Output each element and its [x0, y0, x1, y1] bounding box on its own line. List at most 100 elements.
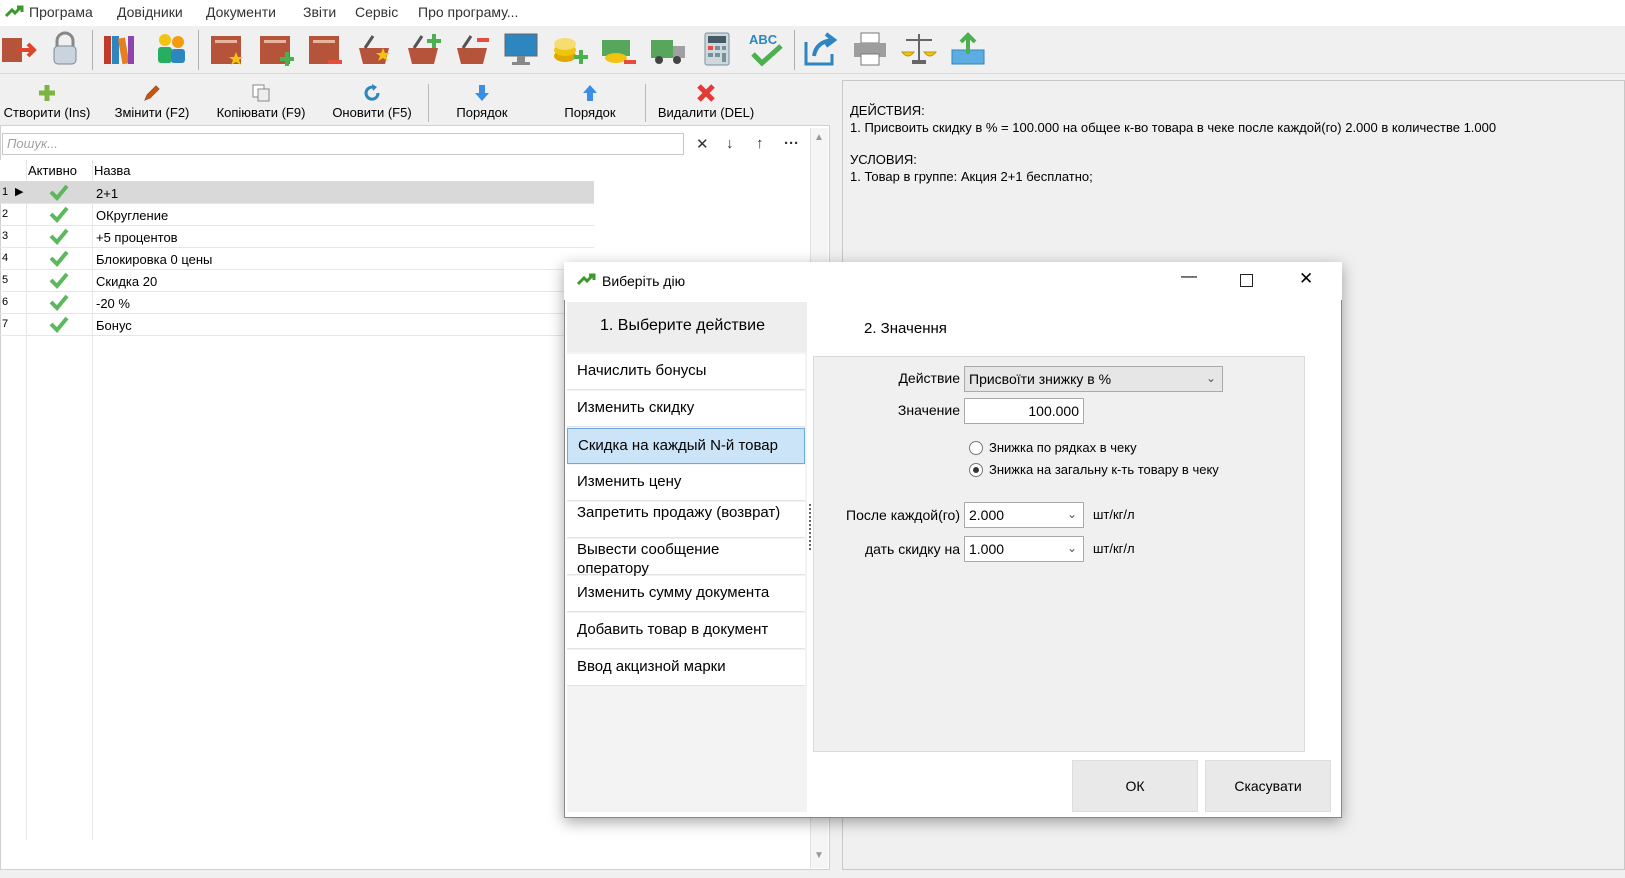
- action-item-add-product[interactable]: Добавить товар в документ: [567, 613, 805, 649]
- table-row[interactable]: 3 +5 процентов: [0, 226, 594, 248]
- radio-per-line[interactable]: [969, 441, 983, 455]
- menu-directories[interactable]: Довідники: [117, 4, 183, 20]
- row-name: +5 процентов: [96, 230, 178, 245]
- row-pointer-icon: ▶: [15, 186, 24, 198]
- give-discount-value: 1.000: [969, 541, 1005, 557]
- delete-button[interactable]: Видалити (DEL): [652, 80, 760, 126]
- order-up-button[interactable]: Порядок: [548, 80, 632, 126]
- basket-add-icon[interactable]: [404, 30, 442, 68]
- lock-icon[interactable]: [46, 30, 84, 68]
- after-each-value: 2.000: [969, 507, 1005, 523]
- conditions-line: 1. Товар в группе: Акция 2+1 бесплатно;: [850, 169, 1093, 184]
- column-name-header[interactable]: Назва: [94, 163, 130, 178]
- check-icon[interactable]: [49, 249, 69, 267]
- step1-header: 1. Выберите действие: [567, 302, 807, 352]
- truck-icon[interactable]: [649, 30, 687, 68]
- search-next-icon[interactable]: ↓: [726, 135, 734, 152]
- dialog-titlebar[interactable]: Виберіть дію — ✕: [564, 262, 1342, 300]
- action-select[interactable]: Присвоїти знижку в % ⌄: [964, 366, 1223, 392]
- after-each-combo[interactable]: 2.000 ⌄: [964, 502, 1084, 528]
- menu-bar: Програма Довідники Документи Звіти Серві…: [0, 0, 1625, 26]
- table-row[interactable]: 6 -20 %: [0, 292, 594, 314]
- refresh-button[interactable]: Оновити (F5): [326, 80, 418, 126]
- ok-button[interactable]: ОК: [1072, 760, 1198, 812]
- action-item-forbid-sale[interactable]: Запретить продажу (возврат): [567, 502, 805, 538]
- upload-icon[interactable]: [949, 30, 987, 68]
- menu-program[interactable]: Програма: [29, 4, 93, 20]
- create-button[interactable]: Створити (Ins): [0, 80, 94, 126]
- action-item-change-price[interactable]: Изменить цену: [567, 465, 805, 501]
- table-row[interactable]: 2 ОКругление: [0, 204, 594, 226]
- scales-icon[interactable]: [900, 30, 938, 68]
- check-icon[interactable]: [49, 315, 69, 333]
- scroll-down-icon[interactable]: ▼: [814, 850, 824, 861]
- menu-reports[interactable]: Звіти: [303, 4, 336, 20]
- table-row[interactable]: 4 Блокировка 0 цены: [0, 248, 594, 270]
- search-options-icon[interactable]: ···: [784, 135, 799, 152]
- grid-header: Активно Назва: [0, 160, 594, 182]
- users-icon[interactable]: [152, 30, 190, 68]
- document-star-icon[interactable]: [208, 30, 246, 68]
- splitter-handle[interactable]: [809, 504, 812, 550]
- action-item-excise-stamp[interactable]: Ввод акцизной марки: [567, 650, 805, 686]
- basket-remove-icon[interactable]: [453, 30, 491, 68]
- basket-star-icon[interactable]: [355, 30, 393, 68]
- action-item-change-discount[interactable]: Изменить скидку: [567, 391, 805, 427]
- copy-button[interactable]: Копіювати (F9): [209, 80, 313, 126]
- radio-total-qty[interactable]: [969, 463, 983, 477]
- close-icon[interactable]: ✕: [1299, 269, 1313, 289]
- printer-icon[interactable]: [851, 30, 889, 68]
- value-input[interactable]: 100.000: [964, 398, 1084, 424]
- order-up-label: Порядок: [564, 105, 616, 120]
- check-icon[interactable]: [49, 293, 69, 311]
- export-icon[interactable]: [802, 30, 840, 68]
- table-row[interactable]: 1 ▶ 2+1: [0, 182, 594, 204]
- check-icon[interactable]: [49, 227, 69, 245]
- refresh-button-label: Оновити (F5): [332, 105, 412, 120]
- document-add-icon[interactable]: [257, 30, 295, 68]
- action-item-show-message[interactable]: Вывести сообщение оператору: [567, 539, 805, 577]
- dialog-title: Виберіть дію: [602, 273, 686, 289]
- menu-documents[interactable]: Документи: [206, 4, 276, 20]
- coins-add-icon[interactable]: [551, 30, 589, 68]
- exit-icon[interactable]: [0, 30, 38, 68]
- main-toolbar: ABC: [0, 26, 1625, 74]
- table-row[interactable]: 5 Скидка 20: [0, 270, 594, 292]
- column-active-header[interactable]: Активно: [28, 163, 77, 178]
- action-item-accrue-bonus[interactable]: Начислить бонусы: [567, 354, 805, 390]
- menu-about[interactable]: Про програму...: [418, 4, 518, 20]
- row-name: ОКругление: [96, 208, 169, 223]
- radio-total-qty-label[interactable]: Знижка на загальну к-ть товару в чеку: [989, 462, 1219, 477]
- action-item-change-doc-sum[interactable]: Изменить сумму документа: [567, 576, 805, 612]
- table-row[interactable]: 7 Бонус: [0, 314, 594, 336]
- spellcheck-icon[interactable]: ABC: [747, 30, 785, 68]
- row-name: Скидка 20: [96, 274, 158, 289]
- document-remove-icon[interactable]: [306, 30, 344, 68]
- order-down-button[interactable]: Порядок: [440, 80, 524, 126]
- books-icon[interactable]: [100, 30, 138, 68]
- check-icon[interactable]: [49, 205, 69, 223]
- monitor-icon[interactable]: [502, 30, 540, 68]
- search-prev-icon[interactable]: ↑: [756, 135, 764, 152]
- chevron-down-icon: ⌄: [1066, 507, 1077, 521]
- cancel-button[interactable]: Скасувати: [1205, 760, 1331, 812]
- row-number: 5: [2, 274, 9, 286]
- radio-per-line-label[interactable]: Знижка по рядках в чеку: [989, 440, 1137, 455]
- search-input[interactable]: Пошук...: [2, 133, 684, 155]
- maximize-icon[interactable]: [1240, 274, 1253, 287]
- clear-search-icon[interactable]: ✕: [696, 135, 709, 153]
- menu-service[interactable]: Сервіс: [355, 4, 398, 20]
- edit-button[interactable]: Змінити (F2): [110, 80, 194, 126]
- action-item-every-nth-discount[interactable]: Скидка на каждый N-й товар: [567, 428, 805, 464]
- calculator-icon[interactable]: [698, 30, 736, 68]
- after-each-unit: шт/кг/л: [1093, 507, 1135, 522]
- money-remove-icon[interactable]: [600, 30, 638, 68]
- svg-text:ABC: ABC: [749, 32, 778, 47]
- give-discount-combo[interactable]: 1.000 ⌄: [964, 536, 1084, 562]
- row-number: 3: [2, 230, 9, 242]
- scroll-up-icon[interactable]: ▲: [814, 132, 824, 143]
- minimize-icon[interactable]: —: [1181, 268, 1197, 286]
- give-discount-unit: шт/кг/л: [1093, 541, 1135, 556]
- check-icon[interactable]: [49, 271, 69, 289]
- check-icon[interactable]: [49, 183, 69, 201]
